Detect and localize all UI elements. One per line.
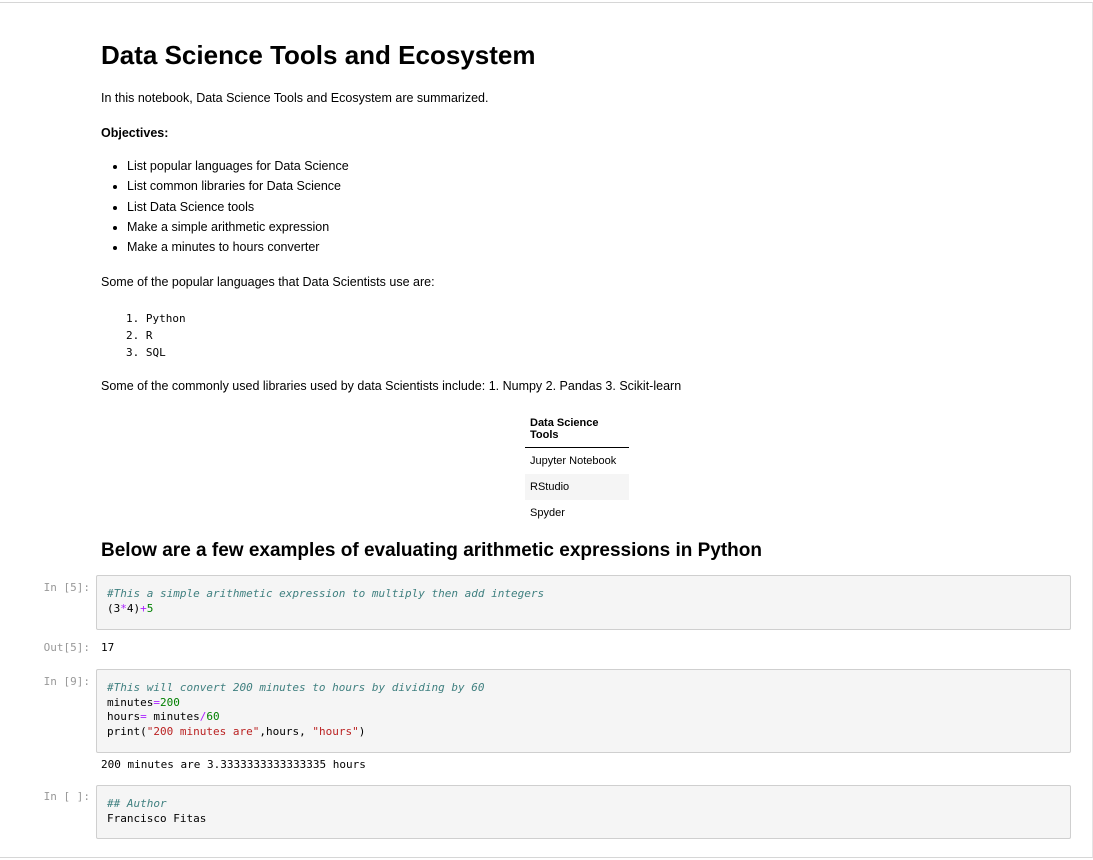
table-row: Spyder bbox=[525, 500, 629, 526]
intro-text: In this notebook, Data Science Tools and… bbox=[101, 91, 489, 105]
input-prompt: In [9]: bbox=[43, 675, 90, 688]
output-prompt: Out[5]: bbox=[43, 641, 90, 654]
tools-table: Data Science Tools Jupyter Notebook RStu… bbox=[525, 412, 629, 526]
objectives-label: Objectives: bbox=[101, 126, 169, 140]
code-string: "200 minutes are" bbox=[146, 724, 260, 738]
page-title: Data Science Tools and Ecosystem bbox=[101, 40, 536, 70]
list-item: Make a simple arithmetic expression bbox=[127, 219, 349, 239]
list-item: Make a minutes to hours converter bbox=[127, 239, 349, 259]
code-token: Francisco Fitas bbox=[107, 811, 207, 825]
input-prompt: In [ ]: bbox=[43, 790, 90, 803]
languages-intro: Some of the popular languages that Data … bbox=[101, 275, 435, 289]
list-item: List popular languages for Data Science bbox=[127, 158, 349, 178]
input-prompt: In [5]: bbox=[43, 581, 90, 594]
list-item: List Data Science tools bbox=[127, 199, 349, 219]
code-token: 4) bbox=[126, 601, 141, 615]
code-token: minutes bbox=[146, 710, 200, 723]
code-operator: = bbox=[140, 710, 147, 723]
table-cell: Spyder bbox=[530, 506, 565, 519]
code-operator: + bbox=[140, 601, 147, 615]
code-comment: #This will convert 200 minutes to hours … bbox=[107, 681, 485, 694]
code-token: ) bbox=[358, 724, 366, 738]
code-number: 5 bbox=[146, 601, 154, 615]
list-item: 1. Python bbox=[126, 312, 186, 325]
list-item: 2. R bbox=[126, 328, 153, 342]
code-cell[interactable]: #This a simple arithmetic expression to … bbox=[96, 575, 1071, 630]
table-header: Data Science Tools bbox=[525, 412, 629, 448]
cell-output: 17 bbox=[101, 641, 115, 654]
table-cell: RStudio bbox=[525, 473, 629, 500]
code-cell[interactable]: ## Author Francisco Fitas bbox=[96, 785, 1071, 839]
code-number: 60 bbox=[206, 710, 220, 723]
code-operator: = bbox=[153, 695, 160, 709]
code-operator: * bbox=[120, 601, 127, 615]
code-token: print( bbox=[107, 724, 147, 738]
code-token: ,hours, bbox=[259, 724, 313, 738]
table-cell: Jupyter Notebook bbox=[530, 454, 617, 467]
code-comment: ## Author bbox=[107, 797, 167, 810]
table-row: RStudio bbox=[525, 473, 629, 500]
code-cell[interactable]: #This will convert 200 minutes to hours … bbox=[96, 669, 1071, 753]
table-row: Jupyter Notebook bbox=[525, 448, 629, 474]
cell-output: 200 minutes are 3.3333333333333335 hours bbox=[101, 758, 366, 771]
code-token: hours bbox=[107, 710, 141, 723]
code-string: "hours" bbox=[312, 724, 359, 738]
libraries-text: Some of the commonly used libraries used… bbox=[101, 379, 682, 393]
code-token: (3 bbox=[107, 601, 121, 615]
code-token: minutes bbox=[107, 695, 154, 709]
notebook: Data Science Tools and Ecosystem In this… bbox=[0, 2, 1093, 858]
section-heading: Below are a few examples of evaluating a… bbox=[101, 540, 762, 561]
code-comment: #This a simple arithmetic expression to … bbox=[107, 587, 545, 600]
list-item: 3. SQL bbox=[126, 345, 166, 359]
list-item: List common libraries for Data Science bbox=[127, 178, 349, 198]
languages-list: 1. Python 2. R 3. SQL bbox=[126, 311, 186, 361]
code-number: 200 bbox=[159, 695, 180, 709]
objectives-list: List popular languages for Data Science … bbox=[101, 158, 349, 259]
